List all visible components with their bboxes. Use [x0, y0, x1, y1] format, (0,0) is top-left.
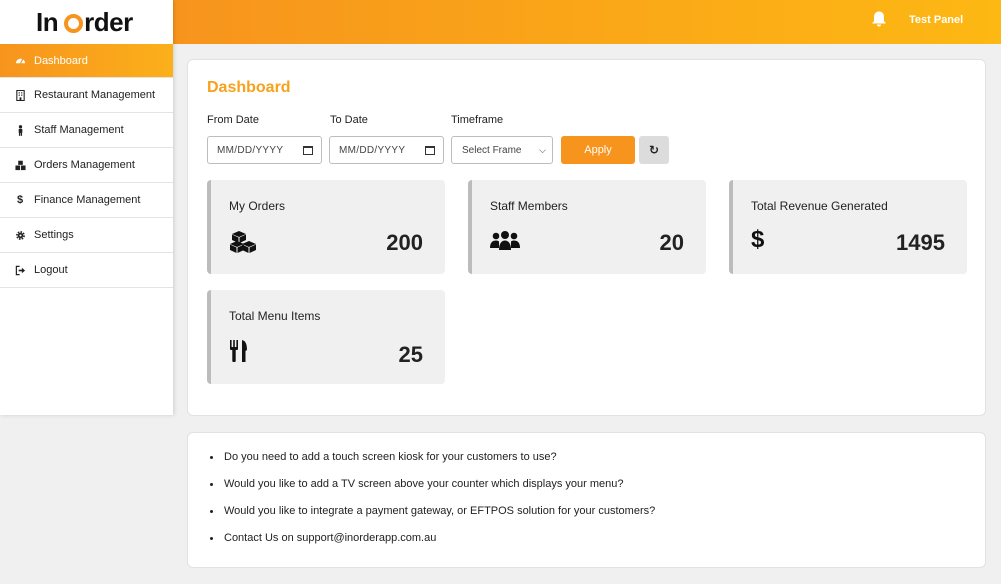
sidebar-item-label: Finance Management: [34, 194, 141, 206]
gear-icon: [14, 229, 26, 241]
dollar-icon: $: [751, 226, 765, 253]
list-item: Do you need to add a touch screen kiosk …: [208, 451, 655, 478]
utensils-icon: [229, 340, 259, 364]
sidebar-item-label: Settings: [34, 229, 74, 241]
bullet-icon: [210, 510, 213, 513]
stat-card-staff-members: Staff Members 20: [468, 180, 706, 274]
logout-icon: [14, 264, 26, 276]
sidebar-item-finance-management[interactable]: $ Finance Management: [0, 183, 173, 218]
list-item[interactable]: Contact Us on support@inorderapp.com.au: [208, 532, 655, 559]
cubes-icon: [229, 230, 259, 254]
list-item: Would you like to add a TV screen above …: [208, 478, 655, 505]
stat-value: 1495: [896, 230, 945, 255]
info-text: Do you need to add a touch screen kiosk …: [224, 451, 557, 463]
bullet-icon: [210, 483, 213, 486]
logo-text-rder: rder: [84, 6, 133, 37]
sidebar-item-orders-management[interactable]: Orders Management: [0, 148, 173, 183]
sidebar-item-label: Staff Management: [34, 124, 124, 136]
bullet-icon: [210, 537, 213, 540]
sidebar-item-label: Restaurant Management: [34, 89, 156, 101]
calendar-icon[interactable]: [425, 146, 435, 155]
bell-icon[interactable]: [870, 10, 888, 28]
stat-card-my-orders: My Orders 200: [207, 180, 445, 274]
stat-card-total-revenue: Total Revenue Generated $ 1495: [729, 180, 967, 274]
timeframe-selected-value: Select Frame: [462, 144, 522, 156]
dashboard-icon: [14, 55, 26, 67]
stat-value: 25: [398, 342, 423, 367]
sidebar-item-staff-management[interactable]: Staff Management: [0, 113, 173, 148]
cubes-icon: [14, 159, 26, 171]
to-date-input[interactable]: MM/DD/YYYY: [329, 136, 444, 164]
logo-o-ring: [64, 13, 84, 33]
logo-text-in: In: [36, 6, 59, 37]
stat-label: Total Revenue Generated: [751, 199, 888, 213]
page-title: Dashboard: [207, 79, 291, 96]
info-text: Would you like to integrate a payment ga…: [224, 505, 656, 517]
brand-logo[interactable]: In rder: [0, 0, 173, 44]
apply-button[interactable]: Apply: [561, 136, 635, 164]
dollar-icon: $: [16, 194, 24, 206]
sidebar-item-restaurant-management[interactable]: Restaurant Management: [0, 78, 173, 113]
list-item: Would you like to integrate a payment ga…: [208, 505, 655, 532]
top-bar: Test Panel: [173, 0, 1001, 44]
dashboard-card: Dashboard From Date MM/DD/YYYY To Date M…: [187, 59, 986, 416]
stat-value: 20: [659, 230, 684, 255]
from-date-placeholder: MM/DD/YYYY: [217, 144, 284, 156]
from-date-input[interactable]: MM/DD/YYYY: [207, 136, 322, 164]
refresh-icon: ↻: [648, 143, 660, 157]
to-date-placeholder: MM/DD/YYYY: [339, 144, 406, 156]
timeframe-label: Timeframe: [451, 114, 504, 126]
sidebar-item-dashboard[interactable]: Dashboard: [0, 44, 173, 78]
stat-label: Staff Members: [490, 199, 568, 213]
timeframe-select[interactable]: Select Frame ⌵: [451, 136, 553, 164]
stat-label: My Orders: [229, 199, 286, 213]
info-card: Do you need to add a touch screen kiosk …: [187, 432, 986, 568]
refresh-button[interactable]: ↻: [639, 136, 669, 164]
stat-value: 200: [386, 230, 423, 255]
stat-card-total-menu-items: Total Menu Items 25: [207, 290, 445, 384]
building-icon: [14, 89, 26, 101]
person-icon: [14, 124, 26, 136]
sidebar-item-logout[interactable]: Logout: [0, 253, 173, 288]
users-icon: [490, 230, 520, 254]
contact-text[interactable]: Contact Us on support@inorderapp.com.au: [224, 532, 436, 544]
calendar-icon[interactable]: [303, 146, 313, 155]
from-date-label: From Date: [207, 114, 259, 126]
sidebar-nav: Dashboard Restaurant Management Staff Ma…: [0, 44, 173, 288]
sidebar-item-label: Dashboard: [34, 54, 88, 67]
bullet-icon: [210, 456, 213, 459]
info-text: Would you like to add a TV screen above …: [224, 478, 624, 490]
panel-label[interactable]: Test Panel: [909, 14, 963, 26]
sidebar: In rder Dashboard Restaurant Management S…: [0, 0, 173, 415]
sidebar-item-label: Logout: [34, 264, 68, 276]
info-list: Do you need to add a touch screen kiosk …: [208, 451, 655, 559]
sidebar-item-label: Orders Management: [34, 159, 135, 171]
chevron-down-icon: ⌵: [539, 145, 546, 155]
sidebar-item-settings[interactable]: Settings: [0, 218, 173, 253]
stat-label: Total Menu Items: [229, 309, 321, 323]
to-date-label: To Date: [330, 114, 368, 126]
